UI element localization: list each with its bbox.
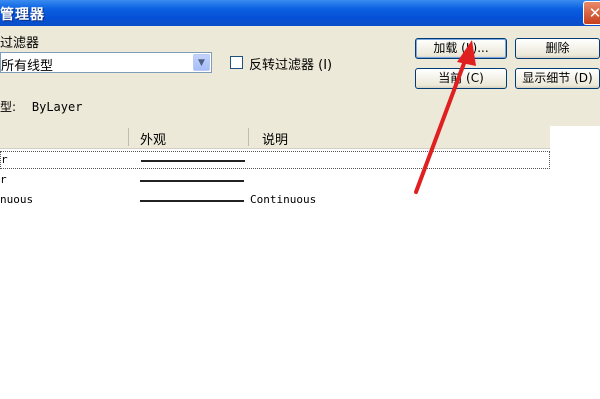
dialog-body: 过滤器 所有线型 ▼ 反转过滤器 (I) 加载 (L)... 删除 当前 (C)… <box>0 26 600 126</box>
linetype-name: nuous <box>0 193 34 206</box>
table-row[interactable]: nuous Continuous <box>0 192 550 210</box>
linetype-list[interactable]: 外观 说明 r r nuous Continuous <box>0 126 550 399</box>
column-header-appearance[interactable]: 外观 <box>140 129 166 148</box>
column-header-description[interactable]: 说明 <box>262 129 288 148</box>
linetype-filter-combo[interactable]: 所有线型 ▼ <box>0 52 212 74</box>
column-divider[interactable] <box>128 128 129 146</box>
close-icon: ✕ <box>588 4 600 22</box>
load-button[interactable]: 加载 (L)... <box>415 38 507 59</box>
table-row[interactable]: r <box>0 172 550 190</box>
column-divider[interactable] <box>248 128 249 146</box>
linetype-name: r <box>1 153 8 166</box>
linetype-preview <box>140 180 244 182</box>
show-details-button[interactable]: 显示细节 (D) <box>515 68 600 89</box>
filter-group-label: 过滤器 <box>0 36 40 51</box>
close-button[interactable]: ✕ <box>583 1 600 25</box>
invert-filter-checkbox[interactable] <box>230 56 243 69</box>
linetype-preview <box>141 160 245 162</box>
window-title: 管理器 <box>0 7 45 23</box>
current-linetype-value: ByLayer <box>31 100 83 114</box>
linetype-name: r <box>0 173 7 186</box>
chevron-down-icon[interactable]: ▼ <box>193 54 210 71</box>
linetype-preview <box>140 200 244 202</box>
invert-filter-label[interactable]: 反转过滤器 (I) <box>249 54 332 73</box>
current-button[interactable]: 当前 (C) <box>415 68 507 89</box>
linetype-filter-value: 所有线型 <box>1 59 54 74</box>
linetype-description: Continuous <box>250 193 317 206</box>
current-linetype-label: 型: <box>0 100 17 114</box>
delete-button[interactable]: 删除 <box>515 38 600 59</box>
table-row[interactable]: r <box>0 151 550 169</box>
title-bar: 管理器 ✕ <box>0 0 600 26</box>
current-linetype: 型: ByLayer <box>0 98 82 115</box>
list-header: 外观 说明 <box>0 126 550 149</box>
